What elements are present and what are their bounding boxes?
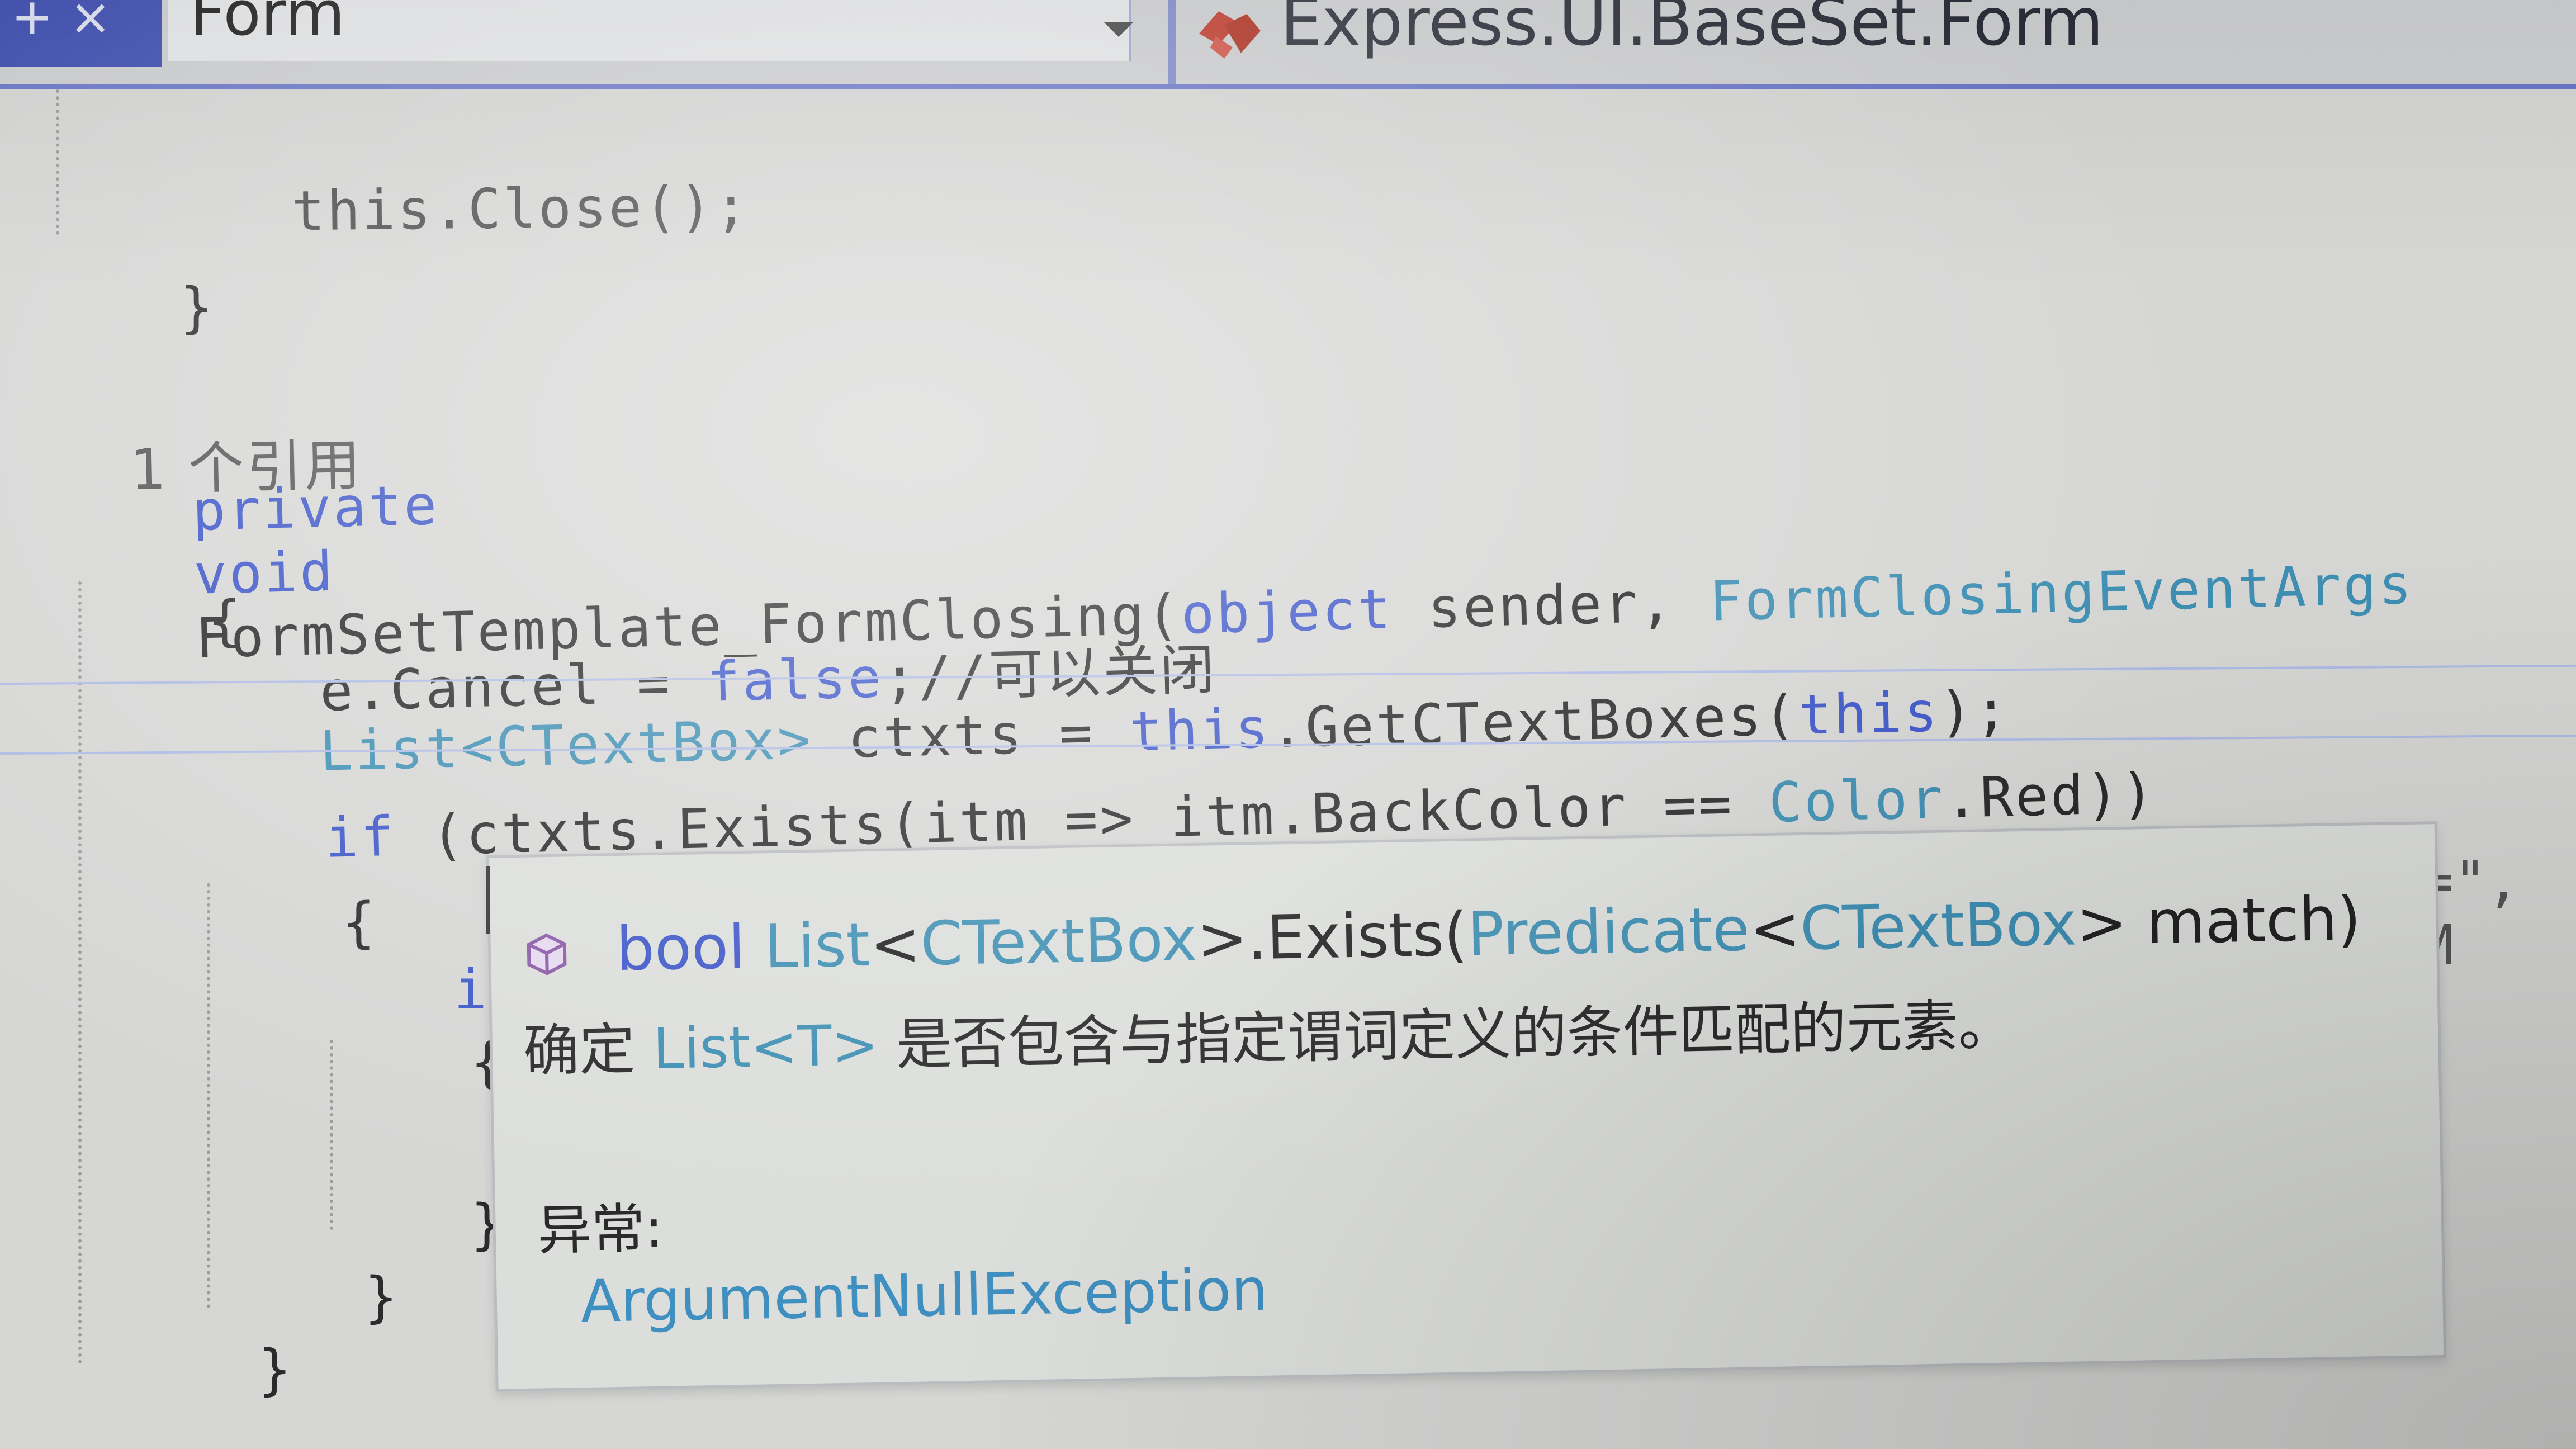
code-text: } [364,1266,400,1329]
code-fragment-right-edge: =", M [2421,850,2576,977]
type-name: List [764,910,871,982]
exception-link[interactable]: ArgumentNullException [580,1256,1268,1336]
window-accent-block: + × [0,0,162,67]
code-text: this.Close(); [291,174,750,244]
code-text: } [180,276,216,340]
description-text: 是否包含与指定谓词定义的条件匹配的元素。 [878,992,2015,1078]
code-editor[interactable]: this.Close(); } 1 个引用 private void FormS… [0,89,2576,1449]
type-name: List<T> [652,1012,879,1082]
code-text: > match) [2076,884,2362,959]
type-name: Color [1768,767,1946,835]
type-name: CTextBox [1799,889,2077,964]
code-line: } [117,1275,293,1449]
method-cube-icon [527,934,567,976]
code-text: .Red)) [1944,761,2157,831]
tooltip-description: 确定 List<T> 是否包含与指定谓词定义的条件匹配的元素。 [523,979,2015,1087]
class-navigation-dropdown[interactable]: Express.UI.BaseSet.Form [1280,0,2104,60]
text-caret [486,866,490,934]
exceptions-heading: 异常: [537,1197,664,1262]
description-text: 确定 [523,1016,654,1084]
tooltip-signature: bool List<CTextBox>.Exists(Predicate<CTe… [524,884,2361,986]
keyword: bool [615,912,746,984]
editor-top-bar: + × Form Express.UI.BaseSet.Form [0,0,2576,89]
chevron-down-icon[interactable] [1104,22,1133,37]
code-text: >.Exists( [1196,899,1469,974]
quick-info-tooltip: bool List<CTextBox>.Exists(Predicate<CTe… [486,821,2447,1392]
class-icon [1199,11,1261,59]
type-name: CTextBox [920,904,1198,979]
window-control-glyphs[interactable]: + × [11,0,111,46]
type-name: Predicate [1466,894,1750,970]
file-tab-label: Form [190,0,345,49]
code-text: < [869,909,921,981]
code-text: } [258,1338,294,1402]
code-line: this.Close(); [150,111,751,309]
file-tab[interactable]: Form [168,0,1131,61]
navigation-bar-divider [1168,0,1176,84]
code-text: < [1749,894,1801,965]
